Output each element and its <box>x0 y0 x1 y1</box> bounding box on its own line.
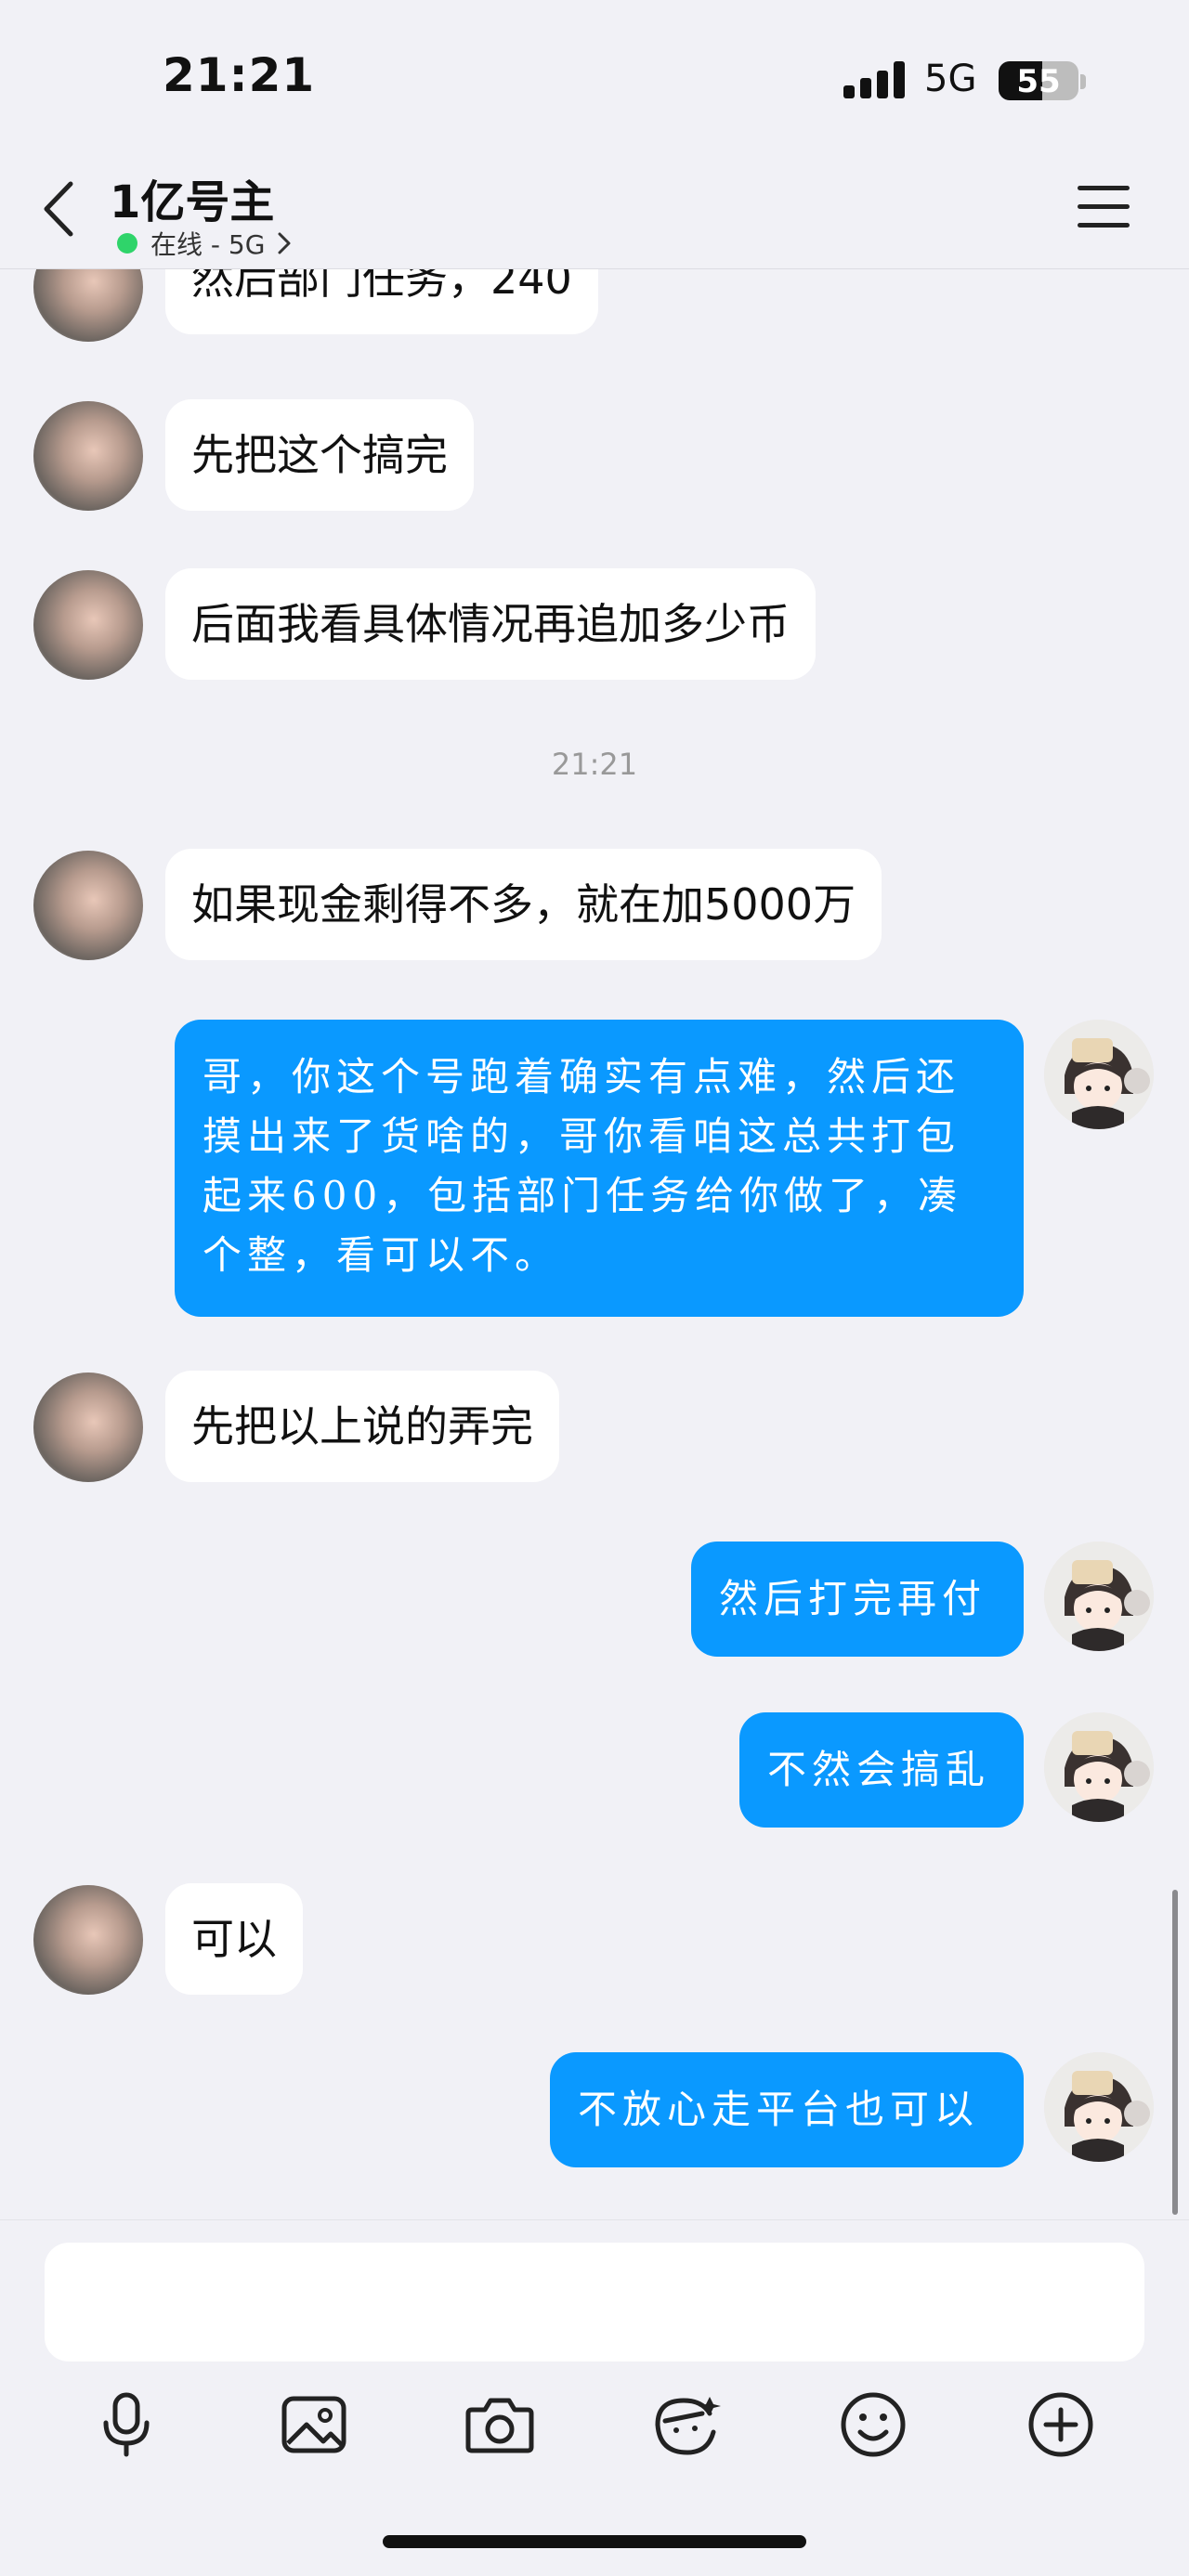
self-avatar[interactable] <box>1044 1712 1154 1822</box>
anime-avatar-icon <box>1044 2052 1154 2162</box>
self-message-bubble[interactable]: 不然会搞乱 <box>739 1712 1024 1828</box>
self-message-bubble[interactable]: 不放心走平台也可以 <box>550 2052 1024 2167</box>
battery-cap <box>1080 74 1086 89</box>
anime-avatar-icon <box>1044 1020 1154 1129</box>
chat-title[interactable]: 1亿号主 <box>110 165 274 230</box>
peer-message-bubble[interactable]: 先把以上说的弄完 <box>165 1371 559 1482</box>
message-input[interactable] <box>45 2243 1144 2361</box>
peer-avatar[interactable] <box>33 1373 143 1482</box>
input-toolbar <box>0 2387 1189 2490</box>
online-dot-icon <box>117 233 137 254</box>
message-line: 哥，你这个号跑着确实有点难，然后还 <box>203 1054 961 1099</box>
peer-message-bubble[interactable]: 后面我看具体情况再追加多少币 <box>165 568 816 680</box>
plus-icon[interactable] <box>1024 2387 1098 2462</box>
chat-header: 1亿号主 在线 - 5G <box>0 158 1189 269</box>
peer-message-bubble[interactable]: 先把这个搞完 <box>165 399 474 511</box>
emoji-icon[interactable] <box>836 2387 910 2462</box>
presence-label: 在线 - 5G <box>150 229 266 260</box>
back-arrow-icon[interactable] <box>37 176 84 241</box>
status-time: 21:21 <box>163 48 316 102</box>
peer-message-bubble[interactable]: 然后部门任务，240 <box>165 269 598 334</box>
menu-icon[interactable] <box>1078 186 1130 228</box>
peer-avatar[interactable] <box>33 1885 143 1995</box>
peer-avatar[interactable] <box>33 851 143 960</box>
peer-avatar[interactable] <box>33 401 143 511</box>
message-list[interactable]: 然后部门任务，240 先把这个搞完 后面我看具体情况再追加多少币 21:21 如… <box>0 269 1189 2219</box>
battery-percent: 55 <box>1016 63 1061 100</box>
input-panel <box>0 2219 1189 2576</box>
peer-avatar[interactable] <box>33 570 143 680</box>
peer-message-bubble[interactable]: 如果现金剩得不多，就在加5000万 <box>165 849 882 960</box>
message-line: 摸出来了货啥的，哥你看咱这总共打包 <box>203 1113 961 1159</box>
self-message-bubble[interactable]: 然后打完再付 <box>691 1542 1024 1657</box>
time-divider: 21:21 <box>551 747 638 782</box>
camera-icon[interactable] <box>463 2387 537 2462</box>
chevron-right-icon <box>278 232 291 254</box>
self-avatar[interactable] <box>1044 2052 1154 2162</box>
image-icon[interactable] <box>277 2387 351 2462</box>
message-line: 起来600，包括部门任务给你做了，凑 <box>203 1173 963 1218</box>
network-label: 5G <box>924 58 977 100</box>
microphone-icon[interactable] <box>89 2387 163 2462</box>
anime-avatar-icon <box>1044 1712 1154 1822</box>
signal-icon <box>843 61 905 98</box>
home-indicator <box>383 2535 806 2548</box>
scrollbar[interactable] <box>1172 1890 1178 2215</box>
battery-icon: 55 <box>999 61 1078 100</box>
anime-avatar-icon <box>1044 1542 1154 1651</box>
peer-message-bubble[interactable]: 可以 <box>165 1883 303 1995</box>
self-message-bubble[interactable]: 哥，你这个号跑着确实有点难，然后还 摸出来了货啥的，哥你看咱这总共打包 起来60… <box>175 1020 1024 1317</box>
message-line: 个整，看可以不。 <box>203 1232 560 1278</box>
self-avatar[interactable] <box>1044 1020 1154 1129</box>
presence-status[interactable]: 在线 - 5G <box>117 225 294 262</box>
peer-avatar[interactable] <box>33 269 143 342</box>
status-bar: 21:21 5G 55 <box>0 0 1189 158</box>
self-avatar[interactable] <box>1044 1542 1154 1651</box>
magic-face-icon[interactable] <box>648 2387 723 2462</box>
